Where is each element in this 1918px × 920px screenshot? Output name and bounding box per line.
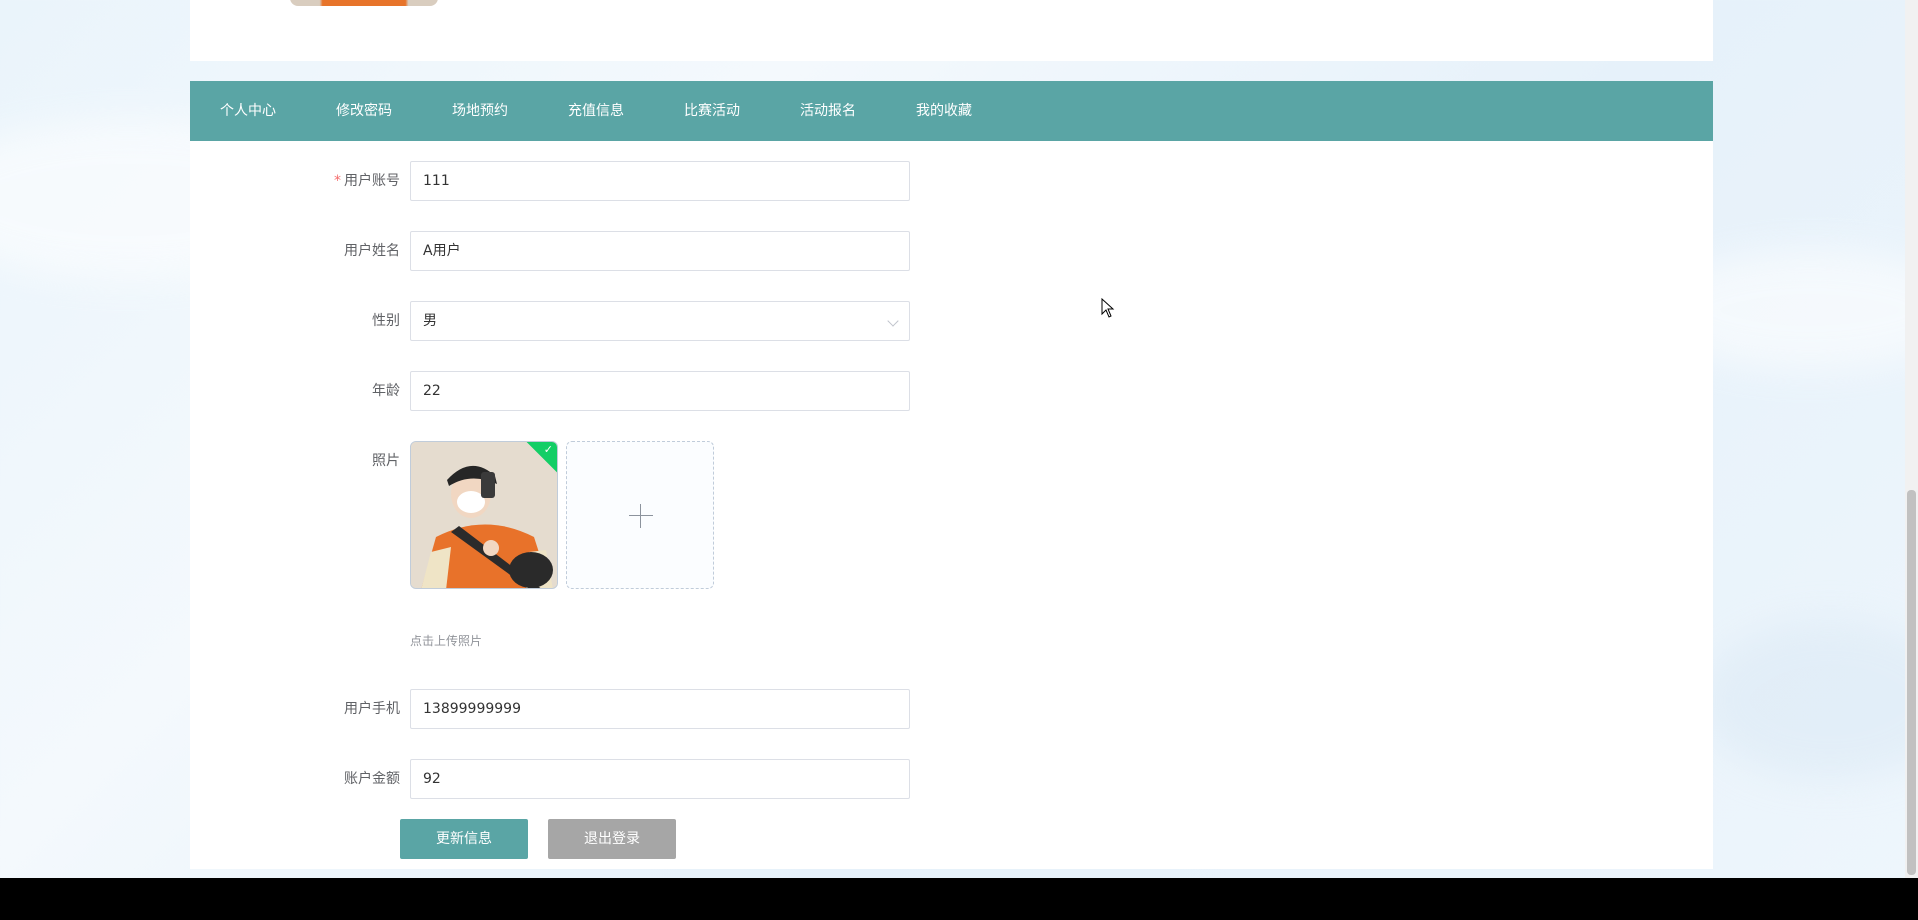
form-row-balance: 账户金额 92 (190, 759, 1713, 799)
profile-form: * 用户账号 111 用户姓名 A用户 性别 男 年龄 22 照片 ✓ 点击上传… (190, 141, 1713, 869)
account-label: * 用户账号 (334, 173, 400, 189)
balance-input[interactable]: 92 (410, 759, 910, 799)
form-row-age: 年龄 22 (190, 371, 1713, 411)
form-row-phone: 用户手机 13899999999 (190, 689, 1713, 729)
plus-icon (640, 504, 641, 528)
profile-header-panel (190, 0, 1713, 61)
form-row-name: 用户姓名 A用户 (190, 231, 1713, 271)
check-icon: ✓ (543, 443, 553, 456)
page-scrollbar[interactable] (1905, 0, 1918, 878)
nav-item-competition-activities[interactable]: 比赛活动 (684, 81, 740, 141)
taskbar (0, 878, 1918, 920)
mouse-cursor-icon (1101, 298, 1115, 318)
user-center-nav: 个人中心 修改密码 场地预约 充值信息 比赛活动 活动报名 我的收藏 (190, 81, 1713, 141)
nav-item-venue-booking[interactable]: 场地预约 (452, 81, 508, 141)
person-photo (411, 442, 557, 588)
update-info-button[interactable]: 更新信息 (400, 819, 528, 859)
gender-select[interactable]: 男 (410, 301, 910, 341)
account-input[interactable]: 111 (410, 161, 910, 201)
upload-tip: 点击上传照片 (410, 634, 483, 648)
header-avatar (290, 0, 438, 6)
nav-item-personal-center[interactable]: 个人中心 (220, 81, 276, 141)
logout-button[interactable]: 退出登录 (548, 819, 676, 859)
nav-item-activity-signup[interactable]: 活动报名 (800, 81, 856, 141)
plus-icon (629, 515, 653, 516)
age-input[interactable]: 22 (410, 371, 910, 411)
chevron-down-icon (887, 315, 899, 327)
nav-item-change-password[interactable]: 修改密码 (336, 81, 392, 141)
phone-input[interactable]: 13899999999 (410, 689, 910, 729)
gender-selected-value: 男 (423, 313, 437, 329)
form-row-photo: 照片 ✓ (190, 441, 1713, 591)
scrollbar-thumb[interactable] (1907, 490, 1916, 875)
nav-item-my-favorites[interactable]: 我的收藏 (916, 81, 972, 141)
background-decoration (1700, 620, 1918, 780)
uploaded-photo[interactable]: ✓ (410, 441, 558, 589)
phone-label: 用户手机 (344, 701, 400, 717)
nav-item-recharge-info[interactable]: 充值信息 (568, 81, 624, 141)
balance-label: 账户金额 (344, 771, 400, 787)
photo-label: 照片 (372, 453, 400, 469)
form-row-gender: 性别 男 (190, 301, 1713, 341)
age-label: 年龄 (372, 383, 400, 399)
photo-upload-button[interactable] (566, 441, 714, 589)
name-input[interactable]: A用户 (410, 231, 910, 271)
name-label: 用户姓名 (344, 243, 400, 259)
form-row-account: * 用户账号 111 (190, 161, 1713, 201)
gender-label: 性别 (372, 313, 400, 329)
required-mark: * (334, 173, 341, 189)
